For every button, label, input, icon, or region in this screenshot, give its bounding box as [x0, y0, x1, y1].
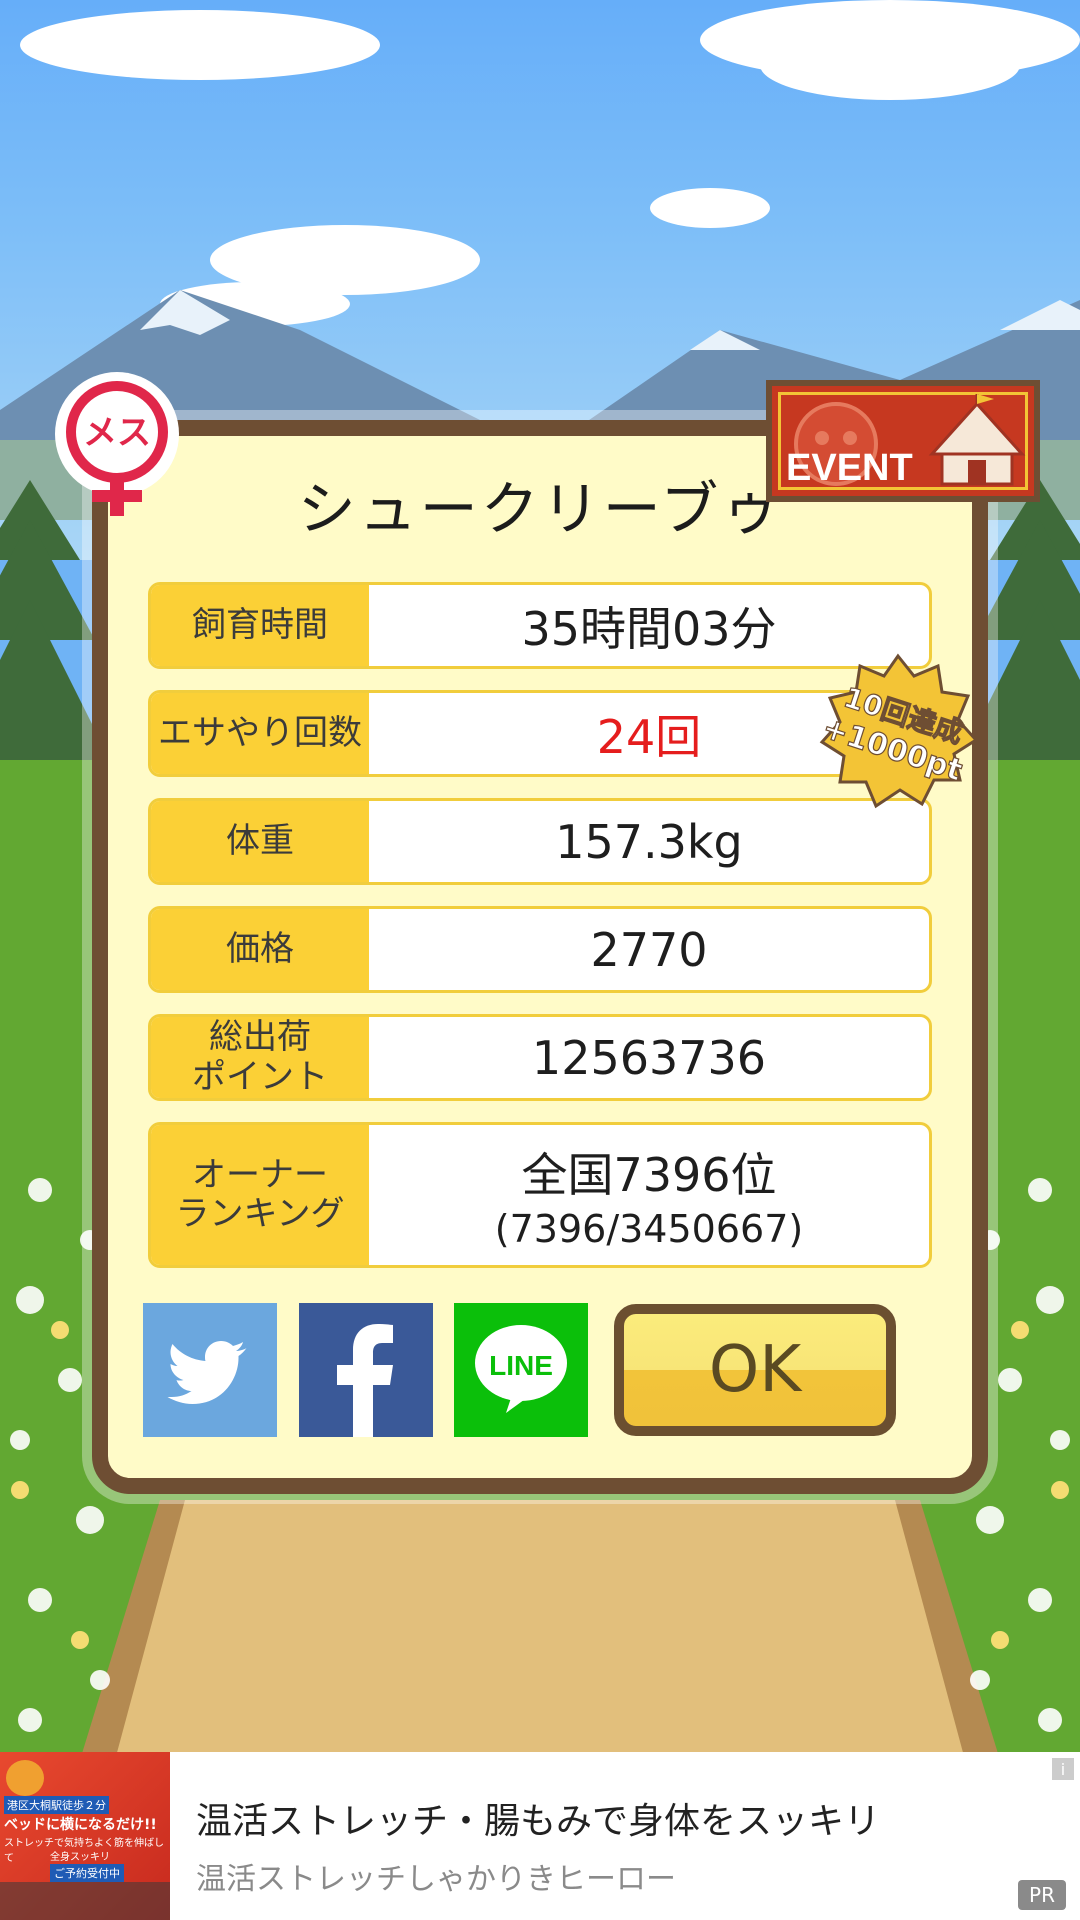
ad-thumb-photo: [0, 1882, 170, 1920]
ad-thumb-text: 全身スッキリ: [50, 1852, 110, 1863]
event-badge[interactable]: EVENT: [766, 380, 1040, 502]
ad-thumb-text: ご予約受付中: [50, 1864, 124, 1882]
ad-banner[interactable]: 港区大桐駅徒歩２分 ベッドに横になるだけ!! ストレッチで気持ちよく筋を伸ばして…: [0, 1752, 1080, 1920]
stat-row-total-points: 総出荷 ポイント 12563736: [148, 1014, 932, 1101]
ad-pr-badge: PR: [1018, 1880, 1066, 1910]
stat-value-group: 全国7396位 (7396/3450667): [369, 1125, 929, 1265]
ad-thumb-text: 港区大桐駅徒歩２分: [4, 1796, 109, 1814]
ad-thumbnail[interactable]: 港区大桐駅徒歩２分 ベッドに横になるだけ!! ストレッチで気持ちよく筋を伸ばして…: [0, 1752, 170, 1920]
ad-thumb-text: ベッドに横になるだけ!!: [4, 1817, 157, 1833]
ok-button[interactable]: OK: [614, 1304, 896, 1436]
twitter-icon: [167, 1341, 247, 1404]
ranking-detail: (7396/3450667): [494, 1207, 804, 1251]
circus-tent-icon: [928, 394, 1026, 486]
stat-row-owner-ranking: オーナー ランキング 全国7396位 (7396/3450667): [148, 1122, 932, 1268]
stat-label: オーナー ランキング: [151, 1125, 369, 1265]
stat-row-weight: 体重 157.3kg: [148, 798, 932, 885]
bonus-badge: 10回達成 +1000pt: [818, 653, 978, 809]
ad-info-icon[interactable]: i: [1052, 1758, 1074, 1780]
stat-label: 総出荷 ポイント: [151, 1017, 369, 1098]
gender-label: メス: [83, 413, 151, 453]
stat-value: 157.3kg: [555, 814, 743, 869]
ranking-value: 全国7396位: [521, 1148, 777, 1202]
ad-title[interactable]: 温活ストレッチ・腸もみで身体をスッキリ: [196, 1792, 880, 1844]
stat-row-feeding-count: エサやり回数 24回: [148, 690, 932, 777]
mascot-icon: [6, 1760, 44, 1796]
line-share-button[interactable]: LINE: [454, 1303, 588, 1437]
stat-label: 飼育時間: [151, 585, 369, 666]
female-gender-icon: メス: [55, 372, 179, 516]
facebook-icon: [337, 1324, 393, 1437]
stat-label: 価格: [151, 909, 369, 990]
line-icon: LINE: [475, 1325, 567, 1413]
stat-value: 12563736: [531, 1030, 767, 1085]
event-label: EVENT: [786, 447, 913, 489]
twitter-share-button[interactable]: [143, 1303, 277, 1437]
ad-subtitle[interactable]: 温活ストレッチしゃかりきヒーロー: [196, 1854, 676, 1898]
stat-label: 体重: [151, 801, 369, 882]
stat-label: エサやり回数: [151, 693, 369, 774]
stat-value: 2770: [590, 922, 708, 977]
stat-row-price: 価格 2770: [148, 906, 932, 993]
stat-row-breeding-time: 飼育時間 35時間03分: [148, 582, 932, 669]
facebook-share-button[interactable]: [299, 1303, 433, 1437]
line-label: LINE: [489, 1350, 553, 1381]
